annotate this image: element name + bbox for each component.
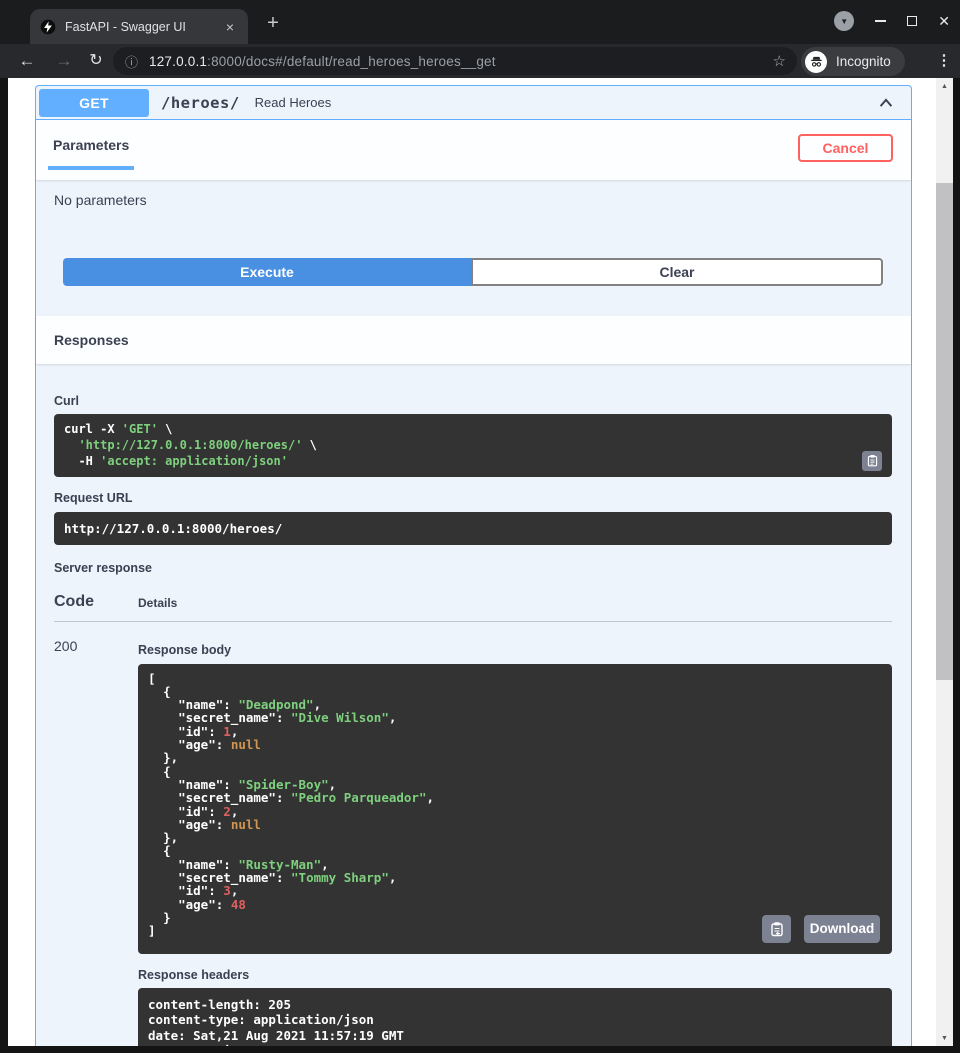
- status-code: 200: [54, 638, 138, 1046]
- forward-icon[interactable]: →: [51, 51, 77, 71]
- method-badge: GET: [39, 89, 149, 117]
- response-table-header: Code Details: [54, 593, 892, 622]
- responses-title: Responses: [54, 332, 129, 348]
- new-tab-button[interactable]: +: [261, 13, 285, 33]
- response-detail: Response body [ { "name": "Deadpond", "s…: [138, 638, 892, 1046]
- window-close-button[interactable]: ✕: [938, 14, 950, 28]
- bookmark-star-icon[interactable]: ☆: [773, 52, 786, 70]
- window-controls: ▼ ✕: [834, 11, 950, 31]
- response-body-controls: Download: [762, 915, 880, 943]
- download-button[interactable]: Download: [804, 915, 880, 943]
- details-column-header: Details: [138, 596, 177, 611]
- response-headers-text: content-length: 205 content-type: applic…: [148, 997, 882, 1046]
- execute-button[interactable]: Execute: [63, 258, 471, 286]
- tab-close-icon[interactable]: ×: [222, 18, 238, 36]
- scroll-up-icon[interactable]: ▲: [936, 78, 953, 94]
- url-host: 127.0.0.1: [149, 54, 207, 69]
- browser-tab[interactable]: FastAPI - Swagger UI ×: [30, 9, 248, 44]
- scrollbar-thumb[interactable]: [936, 183, 953, 680]
- url-bar[interactable]: ⓘ 127.0.0.1:8000/docs#/default/read_hero…: [113, 47, 797, 75]
- incognito-icon: [805, 51, 827, 73]
- parameters-tab-label: Parameters: [53, 137, 129, 153]
- parameters-body: No parameters Execute Clear: [36, 180, 911, 286]
- incognito-label: Incognito: [836, 54, 891, 69]
- response-body-label: Response body: [138, 643, 892, 657]
- incognito-badge: Incognito: [801, 47, 905, 76]
- curl-command: curl -X 'GET' \ 'http://127.0.0.1:8000/h…: [64, 421, 882, 470]
- response-body-block: [ { "name": "Deadpond", "secret_name": "…: [138, 664, 892, 954]
- response-row-200: 200 Response body [ { "name": "Deadpond"…: [54, 638, 892, 1046]
- tab-title: FastAPI - Swagger UI: [65, 20, 222, 34]
- no-parameters-text: No parameters: [54, 192, 893, 208]
- endpoint-path: /heroes/: [161, 94, 240, 112]
- tab-parameters[interactable]: Parameters: [48, 137, 134, 170]
- opblock-summary[interactable]: GET /heroes/ Read Heroes: [36, 86, 911, 120]
- browser-toolbar: ← → ↻ ⓘ 127.0.0.1:8000/docs#/default/rea…: [0, 44, 960, 78]
- minimize-button[interactable]: [875, 20, 886, 22]
- responses-header: Responses: [36, 316, 911, 364]
- responses-body: Curl curl -X 'GET' \ 'http://127.0.0.1:8…: [36, 364, 911, 1046]
- request-url-value: http://127.0.0.1:8000/heroes/: [64, 521, 882, 536]
- request-url-label: Request URL: [54, 491, 892, 505]
- response-headers-label: Response headers: [138, 968, 892, 982]
- page-scrollbar[interactable]: ▲ ▼: [936, 78, 953, 1046]
- browser-menu-icon[interactable]: ⋮: [934, 50, 954, 71]
- cancel-button[interactable]: Cancel: [798, 134, 893, 162]
- curl-command-block: curl -X 'GET' \ 'http://127.0.0.1:8000/h…: [54, 414, 892, 477]
- copy-response-button[interactable]: [762, 915, 791, 943]
- fastapi-bolt-icon: [40, 19, 56, 35]
- endpoint-summary: Read Heroes: [255, 95, 332, 110]
- back-icon[interactable]: ←: [14, 51, 40, 71]
- reload-icon[interactable]: ↻: [83, 51, 109, 71]
- clear-button[interactable]: Clear: [471, 258, 883, 286]
- parameters-header: Parameters Cancel: [36, 120, 911, 180]
- scroll-down-icon[interactable]: ▼: [936, 1030, 953, 1046]
- curl-label: Curl: [54, 394, 892, 408]
- code-column-header: Code: [54, 593, 138, 611]
- collapse-chevron-icon[interactable]: [877, 94, 895, 112]
- copy-curl-button[interactable]: [862, 451, 882, 471]
- request-url-block: http://127.0.0.1:8000/heroes/: [54, 512, 892, 545]
- swagger-page: GET /heroes/ Read Heroes Parameters Canc…: [8, 78, 953, 1046]
- info-icon[interactable]: ⓘ: [125, 52, 138, 71]
- response-body-json: [ { "name": "Deadpond", "secret_name": "…: [148, 672, 882, 938]
- tab-strip: FastAPI - Swagger UI × + ▼ ✕: [0, 0, 960, 44]
- browser-update-icon[interactable]: ▼: [834, 11, 854, 31]
- maximize-button[interactable]: [907, 16, 917, 26]
- response-headers-block: content-length: 205 content-type: applic…: [138, 988, 892, 1046]
- server-response-label: Server response: [54, 561, 892, 575]
- url-path: :8000/docs#/default/read_heroes_heroes__…: [207, 54, 496, 69]
- opblock-get-heroes: GET /heroes/ Read Heroes Parameters Canc…: [35, 85, 912, 1046]
- execute-row: Execute Clear: [63, 258, 883, 286]
- url-text[interactable]: 127.0.0.1:8000/docs#/default/read_heroes…: [149, 54, 496, 69]
